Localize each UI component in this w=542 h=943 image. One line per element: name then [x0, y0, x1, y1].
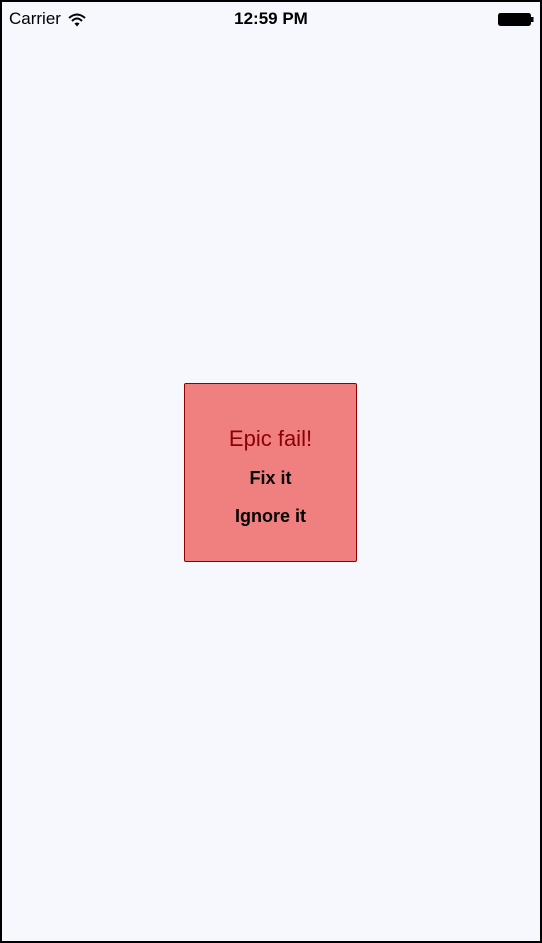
- ignore-it-button[interactable]: Ignore it: [185, 506, 356, 527]
- battery-icon: [498, 13, 534, 26]
- clock: 12:59 PM: [234, 9, 308, 28]
- status-bar: Carrier 12:59 PM: [2, 2, 540, 38]
- alert-title: Epic fail!: [228, 426, 313, 451]
- error-alert: Epic fail! Fix it Ignore it: [184, 383, 357, 562]
- fix-it-button[interactable]: Fix it: [185, 468, 356, 489]
- device-screen: Carrier 12:59 PM Epic fail! Fix it Ignor…: [0, 0, 542, 943]
